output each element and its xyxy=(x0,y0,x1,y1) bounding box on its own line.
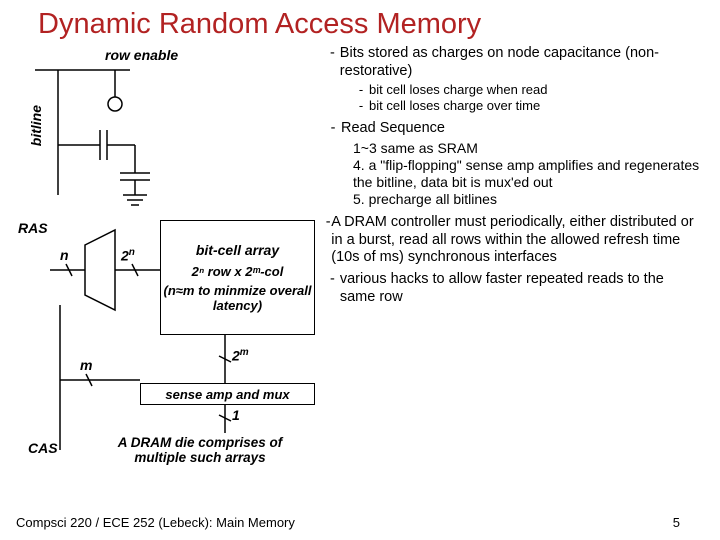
bullet-4: - various hacks to allow faster repeated… xyxy=(325,271,702,306)
content-area: row enable bitline RAS n 2n m 2m 1 CAS b… xyxy=(0,41,720,485)
label-n: n xyxy=(60,247,69,263)
label-row-enable: row enable xyxy=(105,47,178,63)
bullet-panel: - Bits stored as charges on node capacit… xyxy=(325,45,710,485)
bitcell-array-label: bit-cell array xyxy=(196,242,279,264)
diagram-panel: row enable bitline RAS n 2n m 2m 1 CAS b… xyxy=(10,45,325,485)
label-one: 1 xyxy=(232,407,240,423)
dash-icon: - xyxy=(325,271,340,306)
bullet-2: - Read Sequence xyxy=(325,120,702,138)
bullet-2-text: Read Sequence xyxy=(341,120,445,138)
bullet-1-text: Bits stored as charges on node capacitan… xyxy=(340,45,702,80)
dash-icon: - xyxy=(325,120,341,138)
bullet-1b: - bit cell loses charge over time xyxy=(353,98,702,114)
bullet-1: - Bits stored as charges on node capacit… xyxy=(325,45,702,80)
dash-icon: - xyxy=(353,98,369,114)
bullet-1b-text: bit cell loses charge over time xyxy=(369,98,540,114)
bullet-1a-text: bit cell loses charge when read xyxy=(369,82,548,98)
die-text: A DRAM die comprises of multiple such ar… xyxy=(90,435,310,465)
label-m: m xyxy=(80,357,92,373)
bullet-3-text: A DRAM controller must periodically, eit… xyxy=(331,214,702,267)
label-bitline: bitline xyxy=(28,105,44,146)
label-2m: 2m xyxy=(232,347,249,364)
bullet-2-5: 5. precharge all bitlines xyxy=(353,191,702,208)
footer-left: Compsci 220 / ECE 252 (Lebeck): Main Mem… xyxy=(16,515,295,530)
bitcell-array-box: bit-cell array 2ⁿ row x 2ᵐ-col (n≈m to m… xyxy=(160,220,315,335)
label-cas: CAS xyxy=(28,440,58,456)
dash-icon: - xyxy=(353,82,369,98)
dash-icon: - xyxy=(325,45,340,80)
bullet-2-1: 1~3 same as SRAM xyxy=(353,140,702,157)
slide-title: Dynamic Random Access Memory xyxy=(0,0,720,41)
minimize-label: (n≈m to minmize overall latency) xyxy=(161,279,314,313)
label-ras: RAS xyxy=(18,220,48,236)
label-2n: 2n xyxy=(121,247,135,264)
bullet-4-text: various hacks to allow faster repeated r… xyxy=(340,271,702,306)
bullet-1a: - bit cell loses charge when read xyxy=(353,82,702,98)
row-col-label: 2ⁿ row x 2ᵐ-col xyxy=(192,264,284,279)
bullet-3: - A DRAM controller must periodically, e… xyxy=(325,214,702,267)
footer-right: 5 xyxy=(673,515,680,530)
sense-amp-box: sense amp and mux xyxy=(140,383,315,405)
bullet-2-4: 4. a "flip-flopping" sense amp amplifies… xyxy=(353,157,702,191)
